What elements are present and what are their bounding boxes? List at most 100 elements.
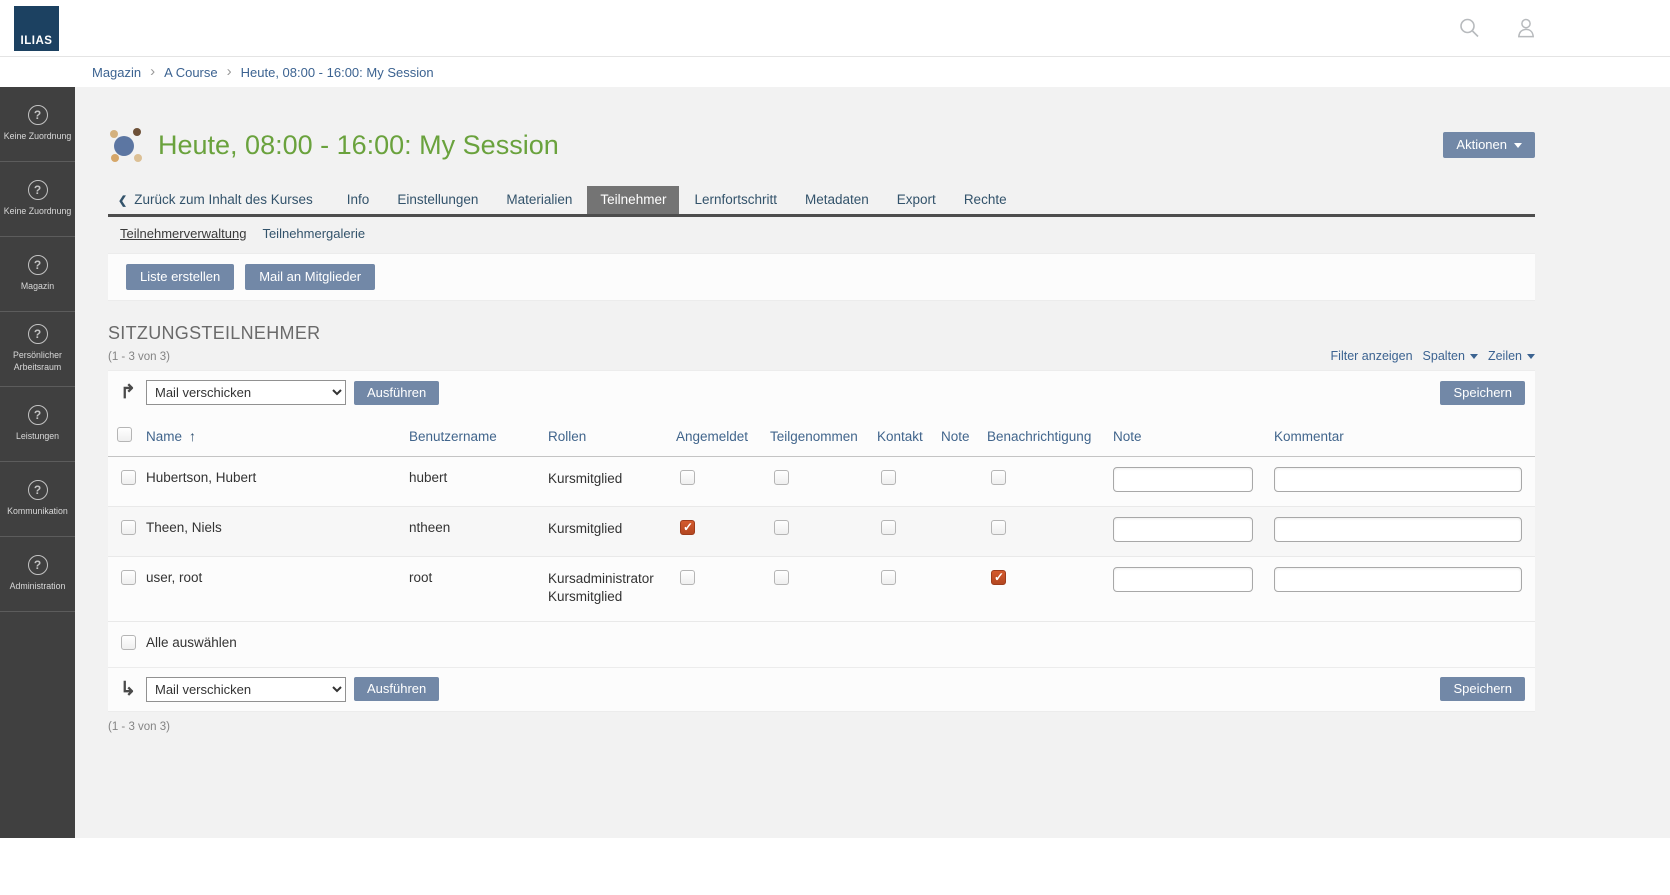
column-header-angemeldet: Angemeldet	[676, 414, 770, 457]
column-header-teilgenommen: Teilgenommen	[770, 414, 877, 457]
subtab-teilnehmerverwaltung[interactable]: Teilnehmerverwaltung	[118, 226, 248, 241]
ausfuehren-button-bottom[interactable]: Ausführen	[354, 677, 439, 701]
angemeldet-checkbox[interactable]	[680, 470, 695, 485]
ausfuehren-button-top[interactable]: Ausführen	[354, 381, 439, 405]
teilgenommen-checkbox[interactable]	[774, 570, 789, 585]
select-all-label: Alle auswählen	[146, 621, 1535, 667]
participant-role: Kursadministrator	[548, 570, 670, 588]
question-circle-icon	[28, 405, 48, 425]
column-header-rollen: Rollen	[548, 414, 676, 457]
sidebar-item-kommunikation[interactable]: Kommunikation	[0, 462, 75, 537]
benachrichtigung-checkbox[interactable]	[991, 520, 1006, 535]
top-bar: ILIAS	[0, 0, 1670, 57]
question-circle-icon	[28, 255, 48, 275]
sidebar-item-keine-zuordnung-1[interactable]: Keine Zuordnung	[0, 87, 75, 162]
apply-below-arrow-icon	[118, 680, 138, 699]
kommentar-input[interactable]	[1274, 517, 1522, 542]
question-circle-icon	[28, 105, 48, 125]
teilgenommen-checkbox[interactable]	[774, 470, 789, 485]
tab-info[interactable]: Info	[334, 186, 383, 214]
angemeldet-checkbox[interactable]	[680, 520, 695, 535]
subtab-bar: Teilnehmerverwaltung Teilnehmergalerie	[108, 217, 1535, 241]
sidebar-item-magazin[interactable]: Magazin	[0, 237, 75, 312]
breadcrumb-separator-icon: ›	[227, 64, 232, 79]
tab-back-to-course-content[interactable]: Zurück zum Inhalt des Kurses	[110, 186, 326, 214]
select-all-checkbox-top[interactable]	[117, 427, 132, 442]
benachrichtigung-checkbox[interactable]	[991, 470, 1006, 485]
bulk-action-select-bottom[interactable]: Mail verschicken	[146, 677, 346, 702]
participant-username: hubert	[409, 457, 548, 507]
question-circle-icon	[28, 480, 48, 500]
select-all-checkbox-bottom[interactable]	[121, 635, 136, 650]
tab-lernfortschritt[interactable]: Lernfortschritt	[681, 186, 790, 214]
column-header-benachrichtigung: Benachrichtigung	[987, 414, 1113, 457]
tab-einstellungen[interactable]: Einstellungen	[384, 186, 491, 214]
row-select-checkbox[interactable]	[121, 570, 136, 585]
kommentar-input[interactable]	[1274, 467, 1522, 492]
question-circle-icon	[28, 555, 48, 575]
breadcrumb-separator-icon: ›	[150, 64, 155, 79]
participants-table-block: Mail verschicken Ausführen Speichern	[108, 370, 1535, 711]
table-row: Theen, Niels ntheen Kursmitglied	[108, 507, 1535, 557]
mail-an-mitglieder-button[interactable]: Mail an Mitglieder	[245, 264, 375, 290]
member-toolbar: Liste erstellen Mail an Mitglieder	[108, 253, 1535, 301]
note-input[interactable]	[1113, 467, 1253, 492]
user-icon[interactable]	[1514, 16, 1538, 40]
tab-rechte[interactable]: Rechte	[951, 186, 1020, 214]
note-input[interactable]	[1113, 567, 1253, 592]
main-area: Heute, 08:00 - 16:00: My Session Aktione…	[75, 87, 1670, 838]
filter-anzeigen-link[interactable]: Filter anzeigen	[1331, 349, 1413, 363]
tab-teilnehmer[interactable]: Teilnehmer	[587, 186, 679, 214]
section-title: SITZUNGSTEILNEHMER	[108, 323, 1535, 344]
bulk-action-select-top[interactable]: Mail verschicken	[146, 380, 346, 405]
tab-materialien[interactable]: Materialien	[493, 186, 585, 214]
bulk-actions-top: Mail verschicken Ausführen Speichern	[108, 371, 1535, 414]
column-header-note: Note	[941, 414, 987, 457]
sidebar-item-administration[interactable]: Administration	[0, 537, 75, 612]
chevron-down-icon	[1470, 354, 1478, 359]
table-row: user, root root Kursadministrator Kursmi…	[108, 557, 1535, 621]
kontakt-checkbox[interactable]	[881, 520, 896, 535]
kommentar-input[interactable]	[1274, 567, 1522, 592]
breadcrumb-magazin[interactable]: Magazin	[92, 65, 141, 80]
speichern-button-top[interactable]: Speichern	[1440, 381, 1525, 405]
note-input[interactable]	[1113, 517, 1253, 542]
page-title: Heute, 08:00 - 16:00: My Session	[158, 130, 559, 161]
tab-export[interactable]: Export	[884, 186, 949, 214]
breadcrumb-session[interactable]: Heute, 08:00 - 16:00: My Session	[241, 65, 434, 80]
sidebar-item-leistungen[interactable]: Leistungen	[0, 387, 75, 462]
row-select-checkbox[interactable]	[121, 470, 136, 485]
participant-role: Kursmitglied	[548, 470, 670, 488]
select-all-row: Alle auswählen	[108, 621, 1535, 667]
sidebar-item-keine-zuordnung-2[interactable]: Keine Zuordnung	[0, 162, 75, 237]
column-header-name[interactable]: Name	[146, 429, 196, 444]
participant-name: Theen, Niels	[146, 507, 409, 557]
speichern-button-bottom[interactable]: Speichern	[1440, 677, 1525, 701]
subtab-teilnehmergalerie[interactable]: Teilnehmergalerie	[260, 226, 367, 241]
tab-metadaten[interactable]: Metadaten	[792, 186, 882, 214]
row-select-checkbox[interactable]	[121, 520, 136, 535]
participant-name: Hubertson, Hubert	[146, 457, 409, 507]
liste-erstellen-button[interactable]: Liste erstellen	[126, 264, 234, 290]
apply-above-arrow-icon	[118, 383, 138, 402]
angemeldet-checkbox[interactable]	[680, 570, 695, 585]
ilias-logo[interactable]: ILIAS	[14, 6, 59, 51]
result-count-top: (1 - 3 von 3)	[108, 351, 170, 363]
footer-strip	[0, 838, 1670, 895]
search-icon[interactable]	[1457, 16, 1481, 40]
breadcrumb-a-course[interactable]: A Course	[164, 65, 217, 80]
column-header-benutzername: Benutzername	[409, 414, 548, 457]
kontakt-checkbox[interactable]	[881, 570, 896, 585]
result-count-bottom: (1 - 3 von 3)	[108, 721, 1535, 733]
column-header-note-input: Note	[1113, 414, 1274, 457]
spalten-dropdown[interactable]: Spalten	[1423, 349, 1478, 363]
sidebar-item-persoenlicher-arbeitsraum[interactable]: Persönlicher Arbeitsraum	[0, 312, 75, 387]
participant-role: Kursmitglied	[548, 520, 670, 538]
benachrichtigung-checkbox[interactable]	[991, 570, 1006, 585]
teilgenommen-checkbox[interactable]	[774, 520, 789, 535]
participant-role: Kursmitglied	[548, 588, 670, 606]
zeilen-dropdown[interactable]: Zeilen	[1488, 349, 1535, 363]
kontakt-checkbox[interactable]	[881, 470, 896, 485]
aktionen-button[interactable]: Aktionen	[1443, 132, 1535, 158]
breadcrumb: Magazin › A Course › Heute, 08:00 - 16:0…	[0, 57, 1670, 87]
